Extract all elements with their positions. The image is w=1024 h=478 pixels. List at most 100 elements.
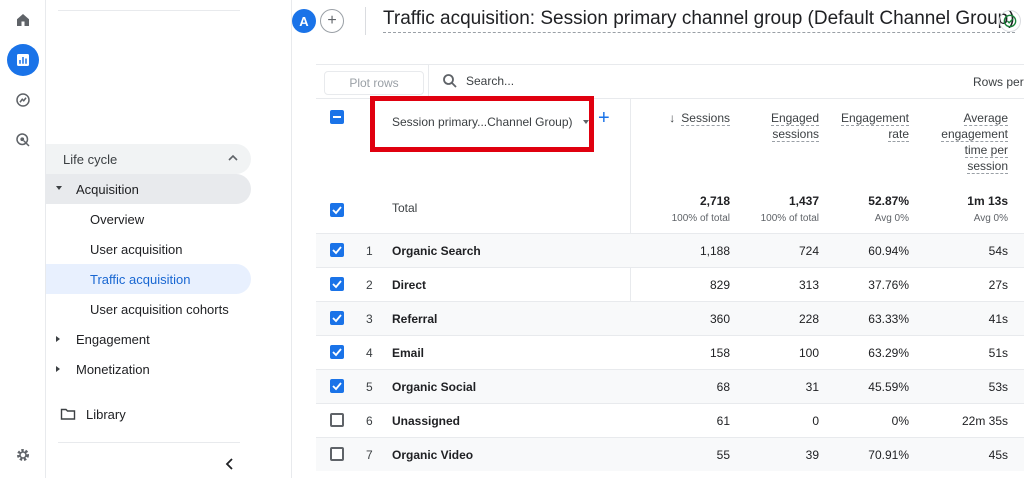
header-label: Sessions (681, 111, 730, 126)
row-number: 7 (366, 448, 373, 462)
advertising-icon[interactable] (7, 124, 39, 156)
home-icon[interactable] (7, 4, 39, 36)
table-row[interactable]: 4 Email 158 100 63.29% 51s (316, 335, 1024, 369)
header-label: session (967, 159, 1008, 174)
total-rate: 52.87% (868, 194, 909, 208)
rate-value: 70.91% (868, 448, 909, 462)
table-row[interactable]: 3 Referral 360 228 63.33% 41s (316, 301, 1024, 335)
engaged-value: 31 (805, 380, 819, 394)
sessions-value: 829 (709, 278, 730, 292)
header-label: Engagement (840, 111, 909, 126)
time-value: 51s (988, 346, 1008, 360)
sessions-value: 360 (709, 312, 730, 326)
annotation-highlight-box (370, 96, 594, 152)
select-all-checkbox[interactable] (330, 110, 344, 124)
report-sidebar: Life cycle Acquisition Overview User acq… (46, 0, 292, 478)
add-dimension-button[interactable]: + (598, 108, 610, 128)
lifecycle-label: Life cycle (63, 151, 118, 167)
total-rate-sub: Avg 0% (874, 213, 909, 224)
sort-down-icon: ↓ (669, 111, 676, 125)
divider (58, 10, 240, 11)
row-checkbox[interactable] (330, 243, 344, 257)
sessions-value: 61 (716, 414, 730, 428)
header-label: engagement (941, 127, 1008, 142)
rate-value: 63.33% (868, 312, 909, 326)
channel-name: Email (392, 346, 425, 360)
rate-value: 63.29% (868, 346, 909, 360)
settings-icon[interactable] (7, 439, 39, 471)
explore-icon[interactable] (7, 84, 39, 116)
header-engaged-sessions[interactable]: Engaged sessions (736, 110, 819, 142)
table-row[interactable]: 7 Organic Video 55 39 70.91% 45s (316, 437, 1024, 471)
row-checkbox[interactable] (330, 379, 344, 393)
rate-value: 45.59% (868, 380, 909, 394)
check-circle-icon[interactable] (999, 10, 1021, 32)
channel-name: Unassigned (392, 414, 461, 428)
chevron-up-icon (228, 154, 238, 161)
channel-name: Organic Search (392, 244, 481, 258)
engaged-value: 724 (798, 244, 819, 258)
header-label: rate (888, 127, 909, 142)
reports-icon[interactable] (7, 44, 39, 76)
report-header: A + Traffic acquisition: Session primary… (292, 0, 1024, 44)
library-link[interactable]: Library (60, 406, 126, 422)
channel-name: Referral (392, 312, 438, 326)
divider (365, 7, 366, 35)
page-title[interactable]: Traffic acquisition: Session primary cha… (383, 8, 1015, 33)
lifecycle-header[interactable]: Life cycle (46, 144, 251, 174)
sidebar-item-overview[interactable]: Overview (46, 204, 251, 234)
table-row[interactable]: 2 Direct 829 313 37.76% 27s (316, 267, 1024, 301)
header-engagement-rate[interactable]: Engagement rate (822, 110, 909, 142)
header-avg-engagement-time[interactable]: Average engagement time per session (922, 110, 1008, 174)
rows-per-page-label: Rows per p (973, 75, 1024, 89)
sidebar-item-acquisition[interactable]: Acquisition (46, 174, 251, 204)
nav-rail (0, 0, 46, 478)
rate-value: 60.94% (868, 244, 909, 258)
channel-name: Organic Social (392, 380, 477, 394)
row-checkbox[interactable] (330, 413, 344, 427)
library-label: Library (86, 406, 126, 422)
sidebar-item-user-acquisition-cohorts[interactable]: User acquisition cohorts (46, 294, 251, 324)
total-avg-time-sub: Avg 0% (973, 213, 1008, 224)
header-label: Average (963, 111, 1008, 126)
sidebar-item-engagement[interactable]: Engagement (46, 324, 251, 354)
channel-name: Organic Video (392, 448, 474, 462)
row-checkbox[interactable] (330, 311, 344, 325)
header-sessions[interactable]: ↓ Sessions (646, 110, 730, 126)
sessions-value: 158 (709, 346, 730, 360)
sessions-value: 1,188 (699, 244, 730, 258)
folder-icon (60, 408, 76, 420)
time-value: 54s (988, 244, 1008, 258)
sidebar-item-traffic-acquisition[interactable]: Traffic acquisition (46, 264, 251, 294)
row-checkbox[interactable] (330, 277, 344, 291)
sidebar-item-label: Engagement (76, 331, 150, 347)
row-number: 5 (366, 380, 373, 394)
row-checkbox[interactable] (330, 345, 344, 359)
search-box (442, 73, 666, 89)
header-label: Engaged (770, 111, 819, 126)
search-icon (443, 74, 457, 88)
engaged-value: 100 (798, 346, 819, 360)
search-input[interactable] (466, 74, 666, 88)
sessions-value: 55 (716, 448, 730, 462)
row-checkbox[interactable] (330, 447, 344, 461)
sidebar-item-monetization[interactable]: Monetization (46, 354, 251, 384)
comparison-avatar[interactable]: A (292, 9, 316, 33)
engaged-value: 39 (805, 448, 819, 462)
time-value: 45s (988, 448, 1008, 462)
header-label: sessions (772, 127, 819, 142)
time-value: 41s (988, 312, 1008, 326)
total-avg-time: 1m 13s (967, 194, 1008, 208)
add-comparison-button[interactable]: + (320, 9, 344, 33)
table-row[interactable]: 5 Organic Social 68 31 45.59% 53s (316, 369, 1024, 403)
sidebar-item-label: Traffic acquisition (90, 271, 191, 287)
table-row[interactable]: 6 Unassigned 61 0 0% 22m 35s (316, 403, 1024, 437)
time-value: 53s (988, 380, 1008, 394)
table-row[interactable]: 1 Organic Search 1,188 724 60.94% 54s (316, 233, 1024, 267)
chevron-left-icon[interactable] (222, 456, 238, 472)
sidebar-item-user-acquisition[interactable]: User acquisition (46, 234, 251, 264)
totals-checkbox[interactable] (330, 203, 344, 217)
row-number: 6 (366, 414, 373, 428)
plot-rows-button[interactable]: Plot rows (324, 71, 424, 95)
main-content: A + Traffic acquisition: Session primary… (292, 0, 1024, 478)
